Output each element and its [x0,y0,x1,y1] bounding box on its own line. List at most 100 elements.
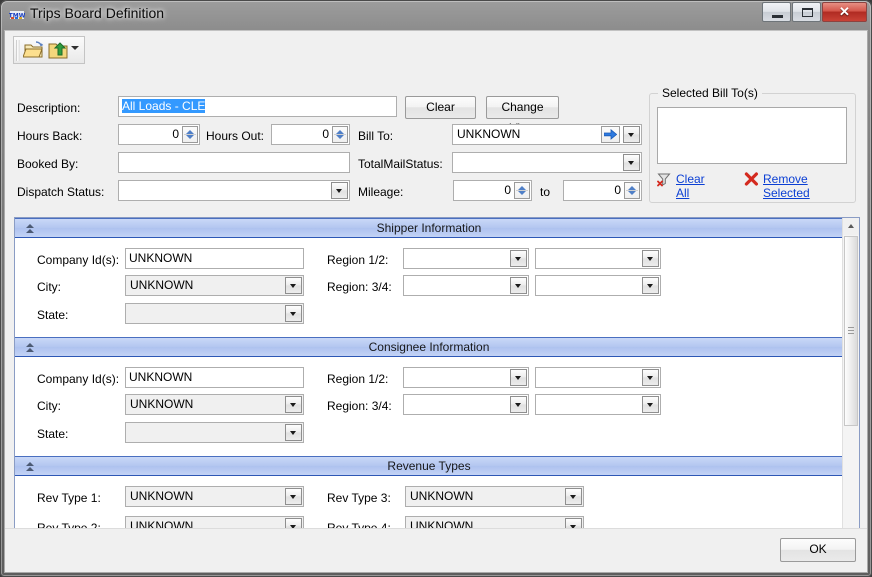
shipper-company-value: UNKNOWN [129,251,192,265]
title-bar: TMW Trips Board Definition ✕ [0,0,872,30]
hours-back-spin-buttons[interactable] [182,126,198,143]
section-body-consignee: Company Id(s): UNKNOWN City: UNKNOWN Sta… [15,357,843,456]
client-area: Description: All Loads - CLE Clear Chang… [4,30,868,573]
spin-down-icon [336,135,344,139]
mileage-from-value: 0 [504,183,511,197]
bill-to-combo[interactable]: UNKNOWN [452,124,642,145]
consignee-region4-combo[interactable] [535,394,661,415]
selected-bill-to-title: Selected Bill To(s) [658,86,762,100]
bill-to-dropdown-arrow-icon[interactable] [623,126,640,143]
consignee-company-value: UNKNOWN [129,370,192,384]
consignee-state-combo[interactable] [125,422,304,443]
shipper-region1-combo[interactable] [403,248,529,269]
bill-to-go-button[interactable] [601,126,620,143]
hours-back-label: Hours Back: [17,129,82,143]
sections-scroll-panel: Shipper Information Company Id(s): UNKNO… [14,217,860,561]
shipper-company-label: Company Id(s): [37,253,119,267]
total-mail-status-dropdown-arrow-icon[interactable] [623,154,640,171]
section-header-revenue[interactable]: Revenue Types [15,456,843,476]
toolbar-grip[interactable] [16,40,20,61]
clear-all-link[interactable]: Clear All [676,172,705,200]
ok-button[interactable]: OK [780,538,856,562]
red-x-icon [744,172,759,190]
close-button[interactable]: ✕ [822,2,867,22]
spin-down-icon [628,191,636,195]
open-folder-icon[interactable] [23,39,45,61]
shipper-region3-dropdown-arrow-icon[interactable] [510,277,527,294]
shipper-city-combo[interactable]: UNKNOWN [125,275,304,296]
shipper-state-combo[interactable] [125,303,304,324]
hours-out-stepper[interactable]: 0 [271,124,350,145]
consignee-region2-combo[interactable] [535,367,661,388]
consignee-region4-dropdown-arrow-icon[interactable] [642,396,659,413]
mileage-to-value: 0 [614,183,621,197]
hours-back-stepper[interactable]: 0 [118,124,200,145]
consignee-region2-dropdown-arrow-icon[interactable] [642,369,659,386]
booked-by-label: Booked By: [17,157,78,171]
window-title: Trips Board Definition [30,5,164,21]
shipper-city-dropdown-arrow-icon[interactable] [285,277,302,294]
shipper-state-dropdown-arrow-icon[interactable] [285,305,302,322]
toolbar-overflow-chevron-down-icon[interactable] [71,46,79,50]
consignee-city-combo[interactable]: UNKNOWN [125,394,304,415]
sections-container: Shipper Information Company Id(s): UNKNO… [15,218,843,561]
blue-arrow-right-icon [604,129,617,141]
dispatch-status-combo[interactable] [118,180,350,201]
consignee-region3-dropdown-arrow-icon[interactable] [510,396,527,413]
section-header-shipper[interactable]: Shipper Information [15,218,843,238]
mileage-to-spin-buttons[interactable] [624,182,640,199]
shipper-state-label: State: [37,308,68,322]
remove-selected-link[interactable]: Remove Selected [763,172,810,200]
consignee-state-dropdown-arrow-icon[interactable] [285,424,302,441]
rev-type-1-dropdown-arrow-icon[interactable] [285,488,302,505]
dispatch-status-dropdown-arrow-icon[interactable] [331,182,348,199]
rev-type-1-combo[interactable]: UNKNOWN [125,486,304,507]
toolbar [13,36,85,64]
mileage-to-stepper[interactable]: 0 [563,180,642,201]
close-icon: ✕ [823,3,866,21]
consignee-region1-combo[interactable] [403,367,529,388]
mileage-from-stepper[interactable]: 0 [453,180,532,201]
clear-button[interactable]: Clear [405,96,476,119]
shipper-region2-dropdown-arrow-icon[interactable] [642,250,659,267]
maximize-icon [802,8,813,17]
minimize-icon [772,15,783,18]
scroll-up-arrow-icon [848,224,854,228]
rev-type-3-dropdown-arrow-icon[interactable] [565,488,582,505]
description-input[interactable]: All Loads - CLE [118,96,397,117]
bill-to-label: Bill To: [358,129,393,143]
consignee-company-label: Company Id(s): [37,372,119,386]
consignee-city-dropdown-arrow-icon[interactable] [285,396,302,413]
shipper-region3-combo[interactable] [403,275,529,296]
hours-out-spin-buttons[interactable] [332,126,348,143]
minimize-button[interactable] [762,2,791,22]
selected-bill-to-group: Selected Bill To(s) Clear All Remove [649,93,856,203]
mileage-to-label: to [540,185,550,199]
rev-type-3-combo[interactable]: UNKNOWN [405,486,584,507]
shipper-region2-combo[interactable] [535,248,661,269]
consignee-region3-combo[interactable] [403,394,529,415]
section-header-consignee[interactable]: Consignee Information [15,337,843,357]
shipper-region4-combo[interactable] [535,275,661,296]
shipper-city-value: UNKNOWN [130,278,193,292]
shipper-company-input[interactable]: UNKNOWN [125,248,304,269]
rev-type-1-value: UNKNOWN [130,489,193,503]
mileage-from-spin-buttons[interactable] [514,182,530,199]
shipper-region4-dropdown-arrow-icon[interactable] [642,277,659,294]
hours-back-value: 0 [172,127,179,141]
consignee-company-input[interactable]: UNKNOWN [125,367,304,388]
folder-export-icon[interactable] [47,39,69,61]
total-mail-status-combo[interactable] [452,152,642,173]
consignee-region34-label: Region: 3/4: [327,399,392,413]
shipper-region1-dropdown-arrow-icon[interactable] [510,250,527,267]
revenue-section-title: Revenue Types [15,459,843,473]
scrollbar-thumb[interactable] [844,236,858,426]
sections-vertical-scrollbar[interactable] [842,218,859,560]
booked-by-input[interactable] [118,152,350,173]
scroll-up-button[interactable] [843,218,859,235]
selected-bill-to-list[interactable] [657,107,847,164]
change-view-button[interactable]: Change View [486,96,559,119]
hours-out-label: Hours Out: [206,129,264,143]
maximize-button[interactable] [792,2,821,22]
consignee-region1-dropdown-arrow-icon[interactable] [510,369,527,386]
